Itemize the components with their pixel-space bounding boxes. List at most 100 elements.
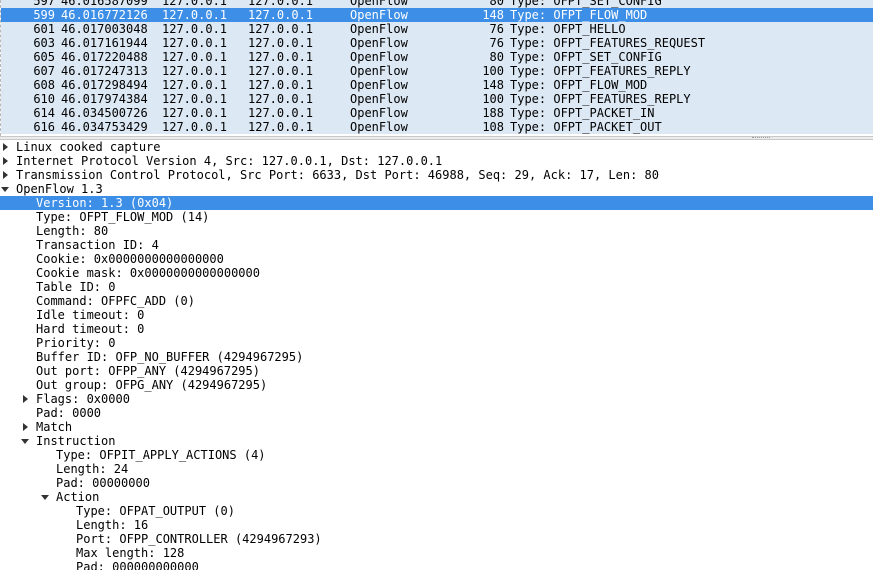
tree-item-label: Buffer ID: OFP_NO_BUFFER (4294967295) bbox=[36, 350, 304, 364]
packet-no-cell: 601 bbox=[33, 22, 55, 36]
packet-info-cell: Type: OFPT_FLOW_MOD bbox=[510, 8, 648, 22]
packet-time-cell: 46.017974384 bbox=[61, 92, 148, 106]
tree-item[interactable]: Cookie mask: 0x0000000000000000 bbox=[0, 266, 873, 280]
packet-list[interactable]: 597 46.016587099 127.0.0.1 127.0.0.1 OpenFlo… bbox=[0, 0, 873, 136]
tree-item[interactable]: Max length: 128 bbox=[0, 546, 873, 560]
tree-item[interactable]: Transmission Control Protocol, Src Port:… bbox=[0, 168, 873, 182]
packet-no-cell: 614 bbox=[33, 106, 55, 120]
tree-item[interactable]: Out port: OFPP_ANY (4294967295) bbox=[0, 364, 873, 378]
tree-item-label: Table ID: 0 bbox=[36, 280, 116, 294]
packet-src-cell: 127.0.0.1 bbox=[162, 106, 228, 120]
tree-item[interactable]: Version: 1.3 (0x04) bbox=[0, 196, 873, 210]
packet-row[interactable]: 608 46.017298494 127.0.0.1 127.0.0.1 OpenFlo… bbox=[1, 78, 873, 92]
tree-item[interactable]: Pad: 00000000 bbox=[0, 476, 873, 490]
tree-item-label: Type: OFPT_FLOW_MOD (14) bbox=[36, 210, 210, 224]
tree-item-label: Idle timeout: 0 bbox=[36, 308, 145, 322]
packet-dst-cell: 127.0.0.1 bbox=[248, 92, 314, 106]
expand-down-arrow-icon[interactable] bbox=[1, 182, 11, 196]
tree-item[interactable]: Hard timeout: 0 bbox=[0, 322, 873, 336]
tree-item-label: Out port: OFPP_ANY (4294967295) bbox=[36, 364, 260, 378]
tree-item-label: Pad: 00000000 bbox=[56, 476, 150, 490]
packet-no-cell: 603 bbox=[33, 36, 55, 50]
expand-right-arrow-icon[interactable] bbox=[1, 168, 11, 182]
tree-item[interactable]: Pad: 0000 bbox=[0, 406, 873, 420]
packet-info-cell: Type: OFPT_SET_CONFIG bbox=[510, 0, 662, 8]
tree-item[interactable]: Match bbox=[0, 420, 873, 434]
tree-item[interactable]: OpenFlow 1.3 bbox=[0, 182, 873, 196]
tree-item[interactable]: Length: 16 bbox=[0, 518, 873, 532]
packet-no-cell: 607 bbox=[33, 64, 55, 78]
tree-item[interactable]: Length: 80 bbox=[0, 224, 873, 238]
tree-item[interactable]: Type: OFPT_FLOW_MOD (14) bbox=[0, 210, 873, 224]
tree-item-label: Max length: 128 bbox=[76, 546, 185, 560]
tree-item[interactable]: Flags: 0x0000 bbox=[0, 392, 873, 406]
expand-right-arrow-icon[interactable] bbox=[21, 420, 31, 434]
packet-row[interactable]: 616 46.034753429 127.0.0.1 127.0.0.1 OpenFlo… bbox=[1, 120, 873, 134]
packet-row[interactable]: 599 46.016772126 127.0.0.1 127.0.0.1 OpenFlo… bbox=[1, 8, 873, 22]
tree-item-label: Length: 16 bbox=[76, 518, 149, 532]
packet-row[interactable]: 607 46.017247313 127.0.0.1 127.0.0.1 OpenFlo… bbox=[1, 64, 873, 78]
packet-len-cell: 148 bbox=[482, 78, 504, 92]
packet-no-cell: 608 bbox=[33, 78, 55, 92]
tree-item[interactable]: Pad: 000000000000 bbox=[0, 560, 873, 570]
packet-len-cell: 148 bbox=[482, 8, 504, 22]
tree-item[interactable]: Length: 24 bbox=[0, 462, 873, 476]
tree-item[interactable]: Port: OFPP_CONTROLLER (4294967293) bbox=[0, 532, 873, 546]
tree-item-label: Pad: 000000000000 bbox=[76, 560, 199, 570]
tree-item[interactable]: Idle timeout: 0 bbox=[0, 308, 873, 322]
packet-row[interactable]: 601 46.017003048 127.0.0.1 127.0.0.1 OpenFlo… bbox=[1, 22, 873, 36]
packet-info-cell: Type: OFPT_FEATURES_REQUEST bbox=[510, 36, 706, 50]
tree-item[interactable]: Buffer ID: OFP_NO_BUFFER (4294967295) bbox=[0, 350, 873, 364]
tree-item-label: Type: OFPAT_OUTPUT (0) bbox=[76, 504, 235, 518]
expand-down-arrow-icon[interactable] bbox=[21, 434, 31, 448]
tree-item[interactable]: Type: OFPIT_APPLY_ACTIONS (4) bbox=[0, 448, 873, 462]
tree-item[interactable]: Command: OFPFC_ADD (0) bbox=[0, 294, 873, 308]
packet-dst-cell: 127.0.0.1 bbox=[248, 8, 314, 22]
tree-item[interactable]: Action bbox=[0, 490, 873, 504]
tree-item[interactable]: Out group: OFPG_ANY (4294967295) bbox=[0, 378, 873, 392]
expand-right-arrow-icon[interactable] bbox=[1, 154, 11, 168]
tree-item[interactable]: Table ID: 0 bbox=[0, 280, 873, 294]
packet-no-cell: 610 bbox=[33, 92, 55, 106]
tree-item-label: Action bbox=[56, 490, 100, 504]
expand-right-arrow-icon[interactable] bbox=[21, 392, 31, 406]
packet-proto-cell: OpenFlow bbox=[350, 106, 408, 120]
packet-dst-cell: 127.0.0.1 bbox=[248, 0, 314, 8]
packet-no-cell: 599 bbox=[33, 8, 55, 22]
packet-src-cell: 127.0.0.1 bbox=[162, 92, 228, 106]
tree-item[interactable]: Transaction ID: 4 bbox=[0, 238, 873, 252]
tree-item-label: OpenFlow 1.3 bbox=[16, 182, 103, 196]
tree-item[interactable]: Linux cooked capture bbox=[0, 140, 873, 154]
tree-item[interactable]: Priority: 0 bbox=[0, 336, 873, 350]
packet-row[interactable]: 614 46.034500726 127.0.0.1 127.0.0.1 OpenFlo… bbox=[1, 106, 873, 120]
packet-len-cell: 108 bbox=[482, 120, 504, 134]
expand-right-arrow-icon[interactable] bbox=[1, 140, 11, 154]
packet-row[interactable]: 597 46.016587099 127.0.0.1 127.0.0.1 OpenFlo… bbox=[1, 0, 873, 8]
packet-len-cell: 76 bbox=[489, 36, 504, 50]
packet-details-tree[interactable]: Linux cooked capture Internet Protocol Ve… bbox=[0, 140, 873, 570]
packet-row[interactable]: 603 46.017161944 127.0.0.1 127.0.0.1 OpenFlo… bbox=[1, 36, 873, 50]
tree-item-label: Match bbox=[36, 420, 73, 434]
tree-item[interactable]: Type: OFPAT_OUTPUT (0) bbox=[0, 504, 873, 518]
packet-len-cell: 76 bbox=[489, 22, 504, 36]
tree-item[interactable]: Cookie: 0x0000000000000000 bbox=[0, 252, 873, 266]
packet-row[interactable]: 610 46.017974384 127.0.0.1 127.0.0.1 OpenFlo… bbox=[1, 92, 873, 106]
packet-src-cell: 127.0.0.1 bbox=[162, 8, 228, 22]
tree-item-label: Out group: OFPG_ANY (4294967295) bbox=[36, 378, 268, 392]
packet-time-cell: 46.017298494 bbox=[61, 78, 148, 92]
packet-src-cell: 127.0.0.1 bbox=[162, 78, 228, 92]
tree-item[interactable]: Internet Protocol Version 4, Src: 127.0.… bbox=[0, 154, 873, 168]
packet-row[interactable]: 605 46.017220488 127.0.0.1 127.0.0.1 OpenFlo… bbox=[1, 50, 873, 64]
tree-item-label: Port: OFPP_CONTROLLER (4294967293) bbox=[76, 532, 322, 546]
packet-src-cell: 127.0.0.1 bbox=[162, 50, 228, 64]
packet-proto-cell: OpenFlow bbox=[350, 8, 408, 22]
packet-proto-cell: OpenFlow bbox=[350, 120, 408, 134]
packet-len-cell: 80 bbox=[489, 50, 504, 64]
tree-item-label: Transmission Control Protocol, Src Port:… bbox=[16, 168, 659, 182]
packet-info-cell: Type: OFPT_SET_CONFIG bbox=[510, 50, 662, 64]
packet-info-cell: Type: OFPT_FEATURES_REPLY bbox=[510, 92, 691, 106]
packet-proto-cell: OpenFlow bbox=[350, 92, 408, 106]
packet-dst-cell: 127.0.0.1 bbox=[248, 22, 314, 36]
tree-item[interactable]: Instruction bbox=[0, 434, 873, 448]
expand-down-arrow-icon[interactable] bbox=[41, 490, 51, 504]
